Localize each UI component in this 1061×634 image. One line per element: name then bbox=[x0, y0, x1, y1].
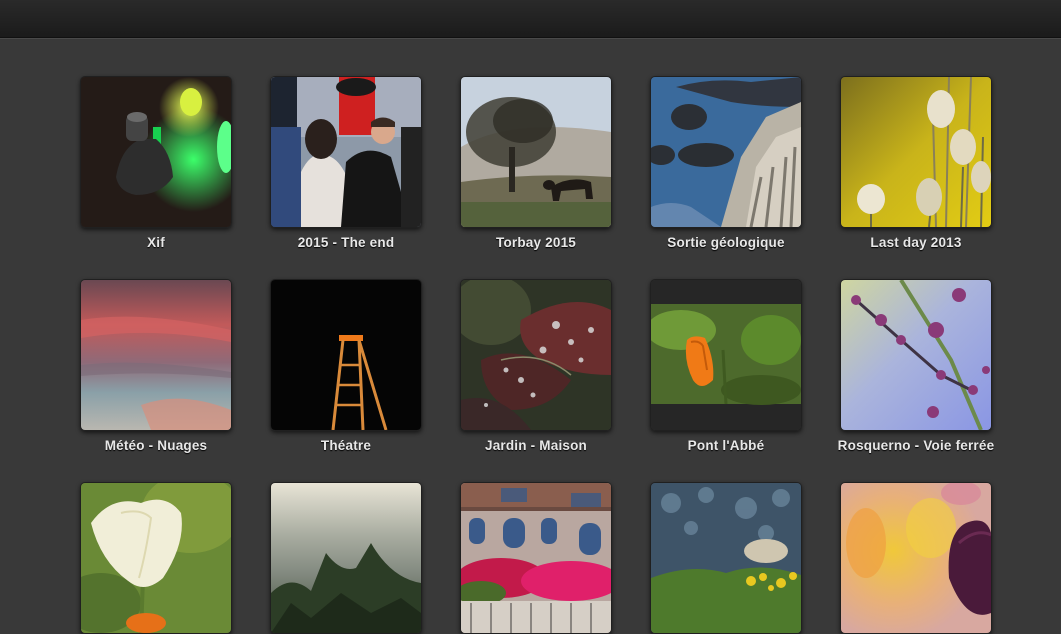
album-cover-leds-photo[interactable] bbox=[80, 76, 232, 228]
album-tile[interactable] bbox=[650, 482, 802, 634]
album-cover-ladder-stage-photo[interactable] bbox=[270, 279, 422, 431]
album-cover-poppy-photo[interactable] bbox=[80, 482, 232, 634]
album-tile[interactable]: Pont l'Abbé bbox=[650, 279, 802, 453]
album-cover-tree-horse-photo[interactable] bbox=[460, 76, 612, 228]
album-tile[interactable]: Sortie géologique bbox=[650, 76, 802, 250]
album-tile[interactable] bbox=[270, 482, 422, 634]
album-tile[interactable]: Rosquerno - Voie ferrée bbox=[838, 279, 994, 453]
album-cover-meadow-bokeh-photo[interactable] bbox=[650, 482, 802, 634]
album-cover-dew-leaves-photo[interactable] bbox=[460, 279, 612, 431]
album-cover-orange-bud-photo[interactable] bbox=[650, 279, 802, 431]
album-cover-buds-branch-photo[interactable] bbox=[840, 279, 992, 431]
album-tile[interactable] bbox=[840, 482, 992, 634]
album-tile[interactable]: Torbay 2015 bbox=[460, 76, 612, 250]
album-tile[interactable] bbox=[80, 482, 232, 634]
album-cover-tulip-photo[interactable] bbox=[840, 482, 992, 634]
album-title: Rosquerno - Voie ferrée bbox=[837, 438, 995, 453]
album-tile[interactable]: 2015 - The end bbox=[270, 76, 422, 250]
album-tile[interactable]: Xif bbox=[80, 76, 232, 250]
album-cover-building-flowers-photo[interactable] bbox=[460, 482, 612, 634]
album-cover-trees-fog-photo[interactable] bbox=[270, 482, 422, 634]
album-tile[interactable] bbox=[460, 482, 612, 634]
album-tile[interactable]: Last day 2013 bbox=[840, 76, 992, 250]
album-title: Last day 2013 bbox=[870, 235, 962, 250]
top-toolbar bbox=[0, 0, 1061, 38]
album-cover-party-photo[interactable] bbox=[270, 76, 422, 228]
album-cover-clouds-photo[interactable] bbox=[80, 279, 232, 431]
album-cover-grass-flowers-photo[interactable] bbox=[840, 76, 992, 228]
album-cover-coast-rocks-photo[interactable] bbox=[650, 76, 802, 228]
album-tile[interactable]: Jardin - Maison bbox=[460, 279, 612, 453]
album-grid: Xif 2015 - The end Torbay 2015 Sortie gé… bbox=[0, 38, 1061, 634]
album-tile[interactable]: Théatre bbox=[270, 279, 422, 453]
album-tile[interactable]: Météo - Nuages bbox=[80, 279, 232, 453]
